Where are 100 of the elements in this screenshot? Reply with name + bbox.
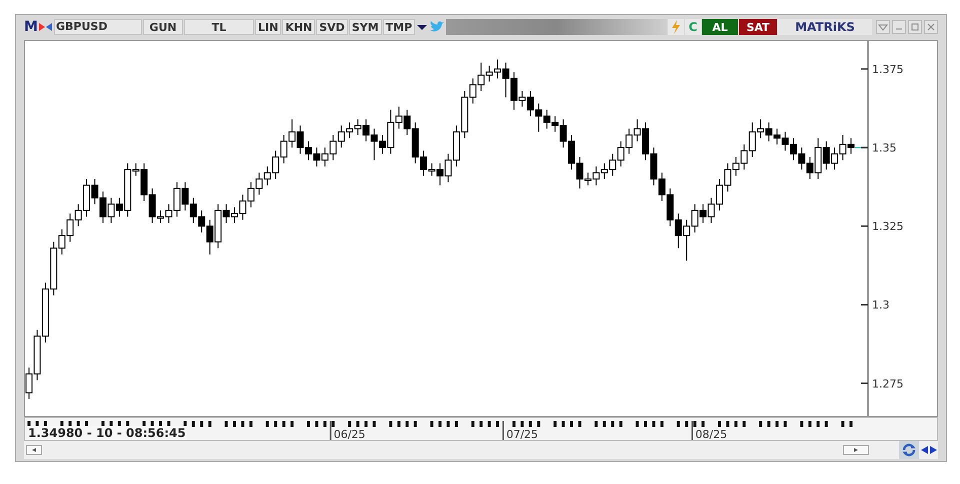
date-tick bbox=[619, 421, 622, 427]
date-tick bbox=[562, 421, 565, 427]
date-tick bbox=[800, 421, 804, 427]
date-tick bbox=[315, 421, 318, 427]
axis-tick bbox=[861, 304, 868, 306]
sell-button[interactable]: SAT bbox=[739, 19, 777, 35]
date-tick bbox=[808, 421, 812, 427]
date-tick bbox=[266, 421, 269, 427]
date-tick bbox=[306, 421, 310, 427]
date-tick bbox=[702, 421, 705, 427]
date-tick bbox=[241, 421, 244, 427]
date-tick bbox=[471, 421, 474, 427]
toolbar-button[interactable]: TMP bbox=[382, 19, 416, 35]
maximize-icon[interactable] bbox=[908, 20, 922, 34]
date-tick bbox=[528, 421, 532, 427]
date-label: 08/25 bbox=[695, 428, 728, 441]
axis-label: 1.375 bbox=[872, 62, 904, 76]
date-tick bbox=[414, 421, 417, 427]
axis-tick bbox=[861, 146, 868, 148]
date-tick bbox=[364, 421, 368, 427]
next-arrow-icon[interactable] bbox=[929, 445, 938, 455]
date-tick bbox=[611, 421, 614, 427]
date-tick bbox=[602, 421, 606, 427]
left-arrow-icon bbox=[31, 447, 37, 453]
date-tick bbox=[192, 421, 195, 427]
toolbar-button[interactable]: LIN bbox=[255, 19, 282, 35]
axis-tick bbox=[861, 68, 868, 70]
date-tick bbox=[726, 421, 730, 427]
date-tick bbox=[430, 421, 434, 427]
date-tick bbox=[520, 421, 524, 427]
date-divider bbox=[330, 421, 332, 440]
date-tick bbox=[389, 421, 392, 427]
scroll-right-button[interactable] bbox=[843, 445, 869, 455]
date-tick bbox=[512, 421, 516, 427]
date-tick bbox=[348, 421, 352, 427]
date-tick bbox=[759, 421, 762, 427]
date-divider bbox=[692, 421, 693, 440]
date-tick bbox=[356, 421, 360, 427]
logo: M bbox=[24, 18, 37, 36]
date-tick bbox=[537, 421, 540, 427]
date-tick bbox=[693, 421, 696, 427]
symbol-field[interactable]: GBPUSD bbox=[54, 19, 142, 35]
date-tick bbox=[784, 421, 787, 427]
date-tick bbox=[372, 421, 376, 427]
date-tick bbox=[816, 421, 820, 427]
close-icon[interactable] bbox=[924, 20, 938, 34]
date-tick bbox=[554, 421, 557, 427]
date-tick bbox=[496, 421, 500, 427]
date-tick bbox=[249, 421, 252, 427]
date-tick bbox=[850, 421, 852, 427]
date-tick bbox=[323, 421, 326, 427]
toolbar-button[interactable]: SVD bbox=[316, 19, 348, 35]
date-tick bbox=[644, 421, 647, 427]
axis-label: 1.3 bbox=[872, 298, 890, 312]
date-tick bbox=[824, 421, 828, 427]
axis-label: 1.275 bbox=[872, 377, 904, 390]
date-tick bbox=[660, 421, 664, 427]
date-tick bbox=[274, 421, 278, 427]
buy-button[interactable]: AL bbox=[702, 19, 738, 35]
date-tick bbox=[290, 421, 294, 427]
date-tick bbox=[446, 421, 450, 427]
date-tick bbox=[742, 421, 746, 427]
toolbar-button[interactable]: GUN bbox=[143, 19, 183, 35]
date-divider bbox=[502, 421, 504, 440]
date-label: 06/25 bbox=[334, 428, 366, 441]
date-tick bbox=[718, 421, 721, 427]
date-tick bbox=[208, 421, 212, 427]
axis-tick bbox=[861, 225, 868, 227]
toolbar-button[interactable]: SYM bbox=[348, 19, 382, 35]
date-tick bbox=[636, 421, 639, 427]
date-tick bbox=[841, 421, 844, 427]
arrows-icon bbox=[38, 21, 53, 33]
date-tick bbox=[233, 421, 236, 427]
sync-icon[interactable] bbox=[899, 441, 919, 459]
date-tick bbox=[488, 421, 491, 427]
date-tick bbox=[332, 421, 335, 427]
date-tick bbox=[397, 421, 400, 427]
date-label: 07/25 bbox=[506, 428, 538, 441]
date-tick bbox=[438, 421, 442, 427]
date-tick bbox=[676, 421, 680, 427]
date-tick bbox=[594, 421, 598, 427]
date-tick bbox=[224, 421, 228, 427]
date-tick bbox=[200, 421, 204, 427]
date-tick bbox=[578, 421, 582, 427]
toolbar-button[interactable]: KHN bbox=[282, 19, 316, 35]
date-tick bbox=[767, 421, 770, 427]
date-tick bbox=[570, 421, 574, 427]
axis-tick bbox=[861, 382, 868, 384]
right-arrow-icon bbox=[853, 447, 859, 453]
toolbar-button[interactable]: TL bbox=[184, 19, 254, 35]
date-tick bbox=[282, 421, 286, 427]
date-tick bbox=[734, 421, 738, 427]
axis-label: 1.35 bbox=[872, 142, 896, 155]
previous-arrow-icon[interactable] bbox=[920, 445, 929, 455]
menu-icon[interactable] bbox=[876, 20, 890, 34]
axis-label: 1.325 bbox=[872, 220, 904, 234]
scroll-left-button[interactable] bbox=[26, 445, 42, 455]
date-tick bbox=[454, 421, 458, 427]
minimize-icon[interactable] bbox=[892, 20, 906, 34]
date-tick bbox=[652, 421, 656, 427]
